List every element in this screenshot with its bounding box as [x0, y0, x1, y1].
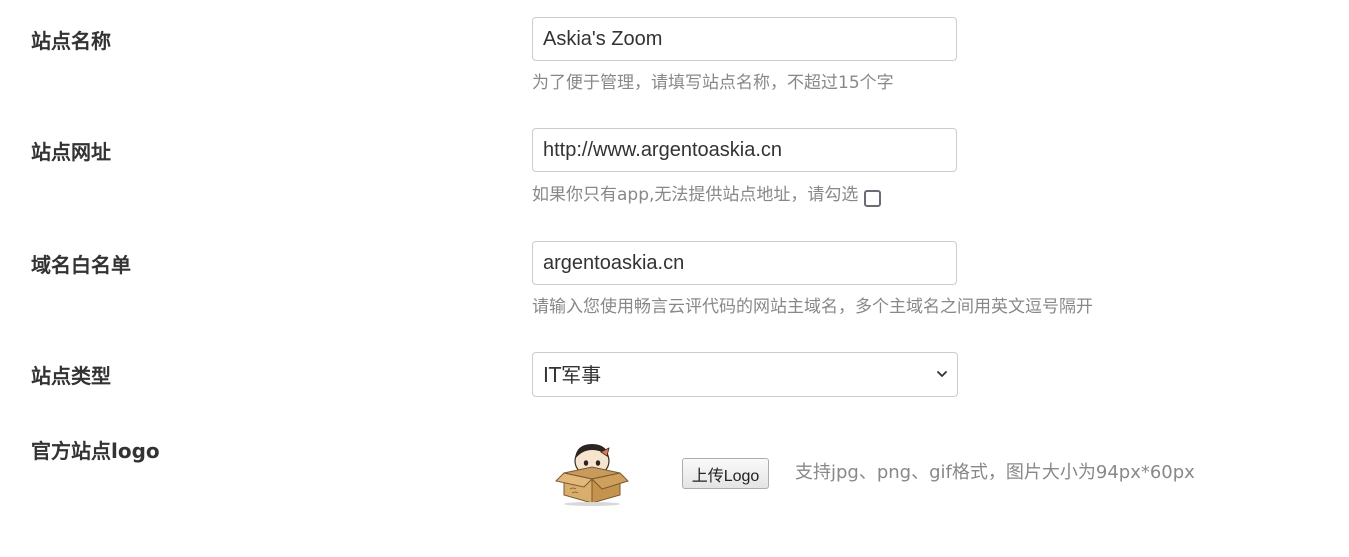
- site-url-label: 站点网址: [31, 140, 111, 164]
- site-name-input[interactable]: [532, 17, 957, 61]
- site-url-input[interactable]: [532, 128, 957, 172]
- site-logo-image: [554, 444, 629, 506]
- upload-logo-button[interactable]: 上传Logo: [682, 458, 769, 489]
- site-type-selected: IT军事: [543, 363, 602, 387]
- site-logo-hint: 支持jpg、png、gif格式，图片大小为94px*60px: [795, 462, 1195, 483]
- domain-whitelist-hint: 请输入您使用畅言云评代码的网站主域名，多个主域名之间用英文逗号隔开: [532, 297, 1093, 317]
- site-type-select[interactable]: IT军事: [532, 352, 958, 397]
- site-name-hint: 为了便于管理，请填写站点名称，不超过15个字: [532, 73, 894, 93]
- site-logo-label: 官方站点logo: [31, 439, 160, 463]
- app-only-checkbox[interactable]: [864, 189, 882, 207]
- site-url-hint: 如果你只有app,无法提供站点地址，请勾选: [532, 185, 859, 205]
- site-type-label: 站点类型: [31, 364, 111, 388]
- chevron-down-icon: [937, 371, 947, 377]
- domain-whitelist-label: 域名白名单: [31, 253, 131, 277]
- domain-whitelist-input[interactable]: [532, 241, 957, 285]
- site-url-hint-row: 如果你只有app,无法提供站点地址，请勾选: [532, 183, 882, 207]
- site-name-label: 站点名称: [31, 29, 111, 53]
